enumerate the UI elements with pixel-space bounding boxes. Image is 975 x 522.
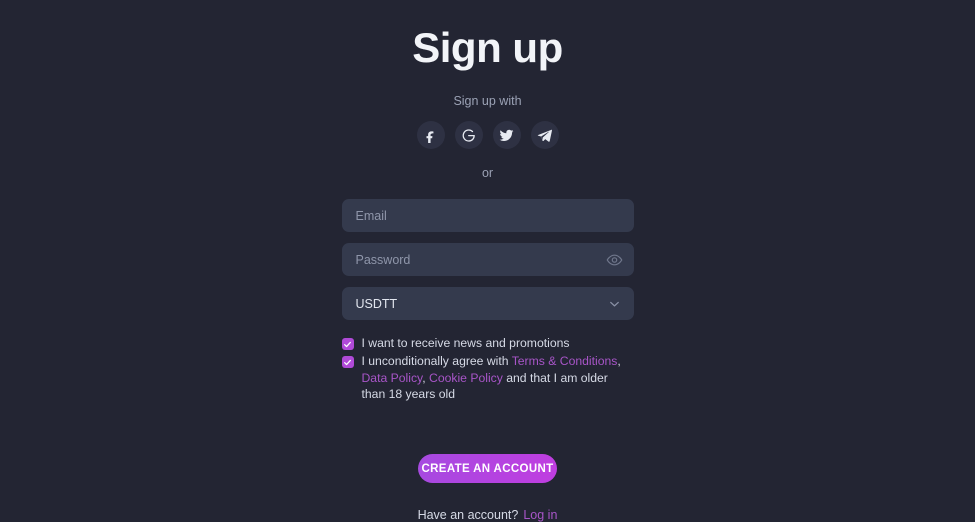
terms-consent-row: I unconditionally agree with Terms & Con…	[341, 353, 634, 402]
terms-checkbox[interactable]	[341, 356, 354, 369]
create-account-button[interactable]: CREATE AN ACCOUNT	[418, 454, 557, 483]
consent-checkbox-group: I want to receive news and promotions I …	[341, 335, 634, 404]
password-input[interactable]	[341, 243, 634, 276]
newsletter-consent-row: I want to receive news and promotions	[341, 335, 634, 351]
social-login-row	[416, 121, 559, 149]
data-policy-link[interactable]: Data Policy	[362, 371, 423, 385]
terms-separator-1: ,	[617, 354, 621, 369]
terms-separator-2: ,	[422, 370, 430, 385]
eye-icon	[606, 254, 623, 271]
login-link[interactable]: Log in	[523, 508, 557, 522]
signup-form: USDTT I want to receive news and promoti…	[341, 199, 634, 404]
login-prompt-question: Have an account?	[417, 508, 519, 522]
password-field-wrapper	[341, 243, 634, 276]
social-login-google[interactable]	[454, 121, 483, 149]
email-field-wrapper	[341, 199, 634, 232]
cookie-policy-link[interactable]: Cookie Policy	[429, 371, 503, 385]
facebook-icon	[423, 128, 438, 143]
login-prompt: Have an account? Log in	[418, 508, 558, 522]
password-visibility-toggle[interactable]	[606, 251, 623, 268]
signup-page: Sign up Sign up with or Email Password U…	[0, 0, 975, 522]
page-title: Sign up	[412, 24, 563, 71]
social-login-twitter[interactable]	[492, 121, 521, 149]
terms-consent-label: I unconditionally agree with Terms & Con…	[362, 353, 634, 402]
terms-and-conditions-link[interactable]: Terms & Conditions	[512, 354, 618, 368]
newsletter-checkbox[interactable]	[341, 338, 354, 350]
terms-consent-prefix: I unconditionally agree with	[361, 354, 512, 369]
chevron-down-icon	[607, 296, 622, 311]
signup-with-label: Sign up with	[453, 94, 522, 108]
social-login-telegram[interactable]	[530, 121, 559, 149]
currency-selected-value: USDTT	[355, 296, 398, 311]
twitter-icon	[499, 128, 514, 143]
or-separator: or	[481, 166, 494, 180]
currency-select[interactable]: USDTT	[341, 287, 634, 320]
social-login-facebook[interactable]	[416, 121, 445, 149]
currency-select-wrapper: USDTT	[341, 287, 634, 320]
telegram-icon	[537, 128, 552, 143]
newsletter-consent-label: I want to receive news and promotions	[361, 336, 570, 350]
email-input[interactable]	[341, 199, 634, 232]
google-icon	[461, 128, 476, 143]
